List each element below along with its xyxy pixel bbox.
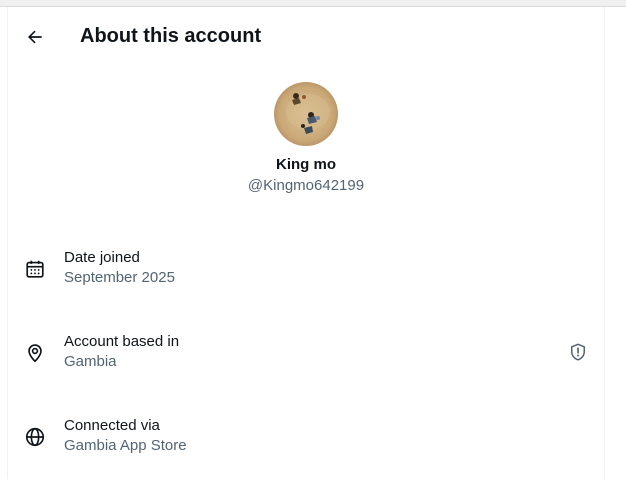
shield-alert-icon[interactable] [568,342,588,362]
detail-label: Account based in [64,333,180,350]
detail-value: September 2025 [64,269,175,286]
detail-value: Gambia App Store [64,437,187,454]
detail-value: Gambia [64,353,117,370]
detail-row-date-joined: Date joined September 2025 [8,248,604,304]
detail-row-account-based-in: Account based in Gambia [8,332,604,388]
detail-row-connected-via: Connected via Gambia App Store [8,416,604,472]
browser-edge [0,0,626,7]
profile-summary: King mo @Kingmo642199 [8,82,604,196]
globe-icon [25,427,45,447]
detail-label: Date joined [64,249,140,266]
username-handle: @Kingmo642199 [247,177,365,194]
display-name: King mo [276,156,336,173]
about-account-panel: About this account King mo @Kingmo642199 [7,7,605,479]
calendar-icon [26,260,44,278]
avatar[interactable] [274,82,338,146]
arrow-left-icon [28,30,42,44]
page-header: About this account [8,7,604,65]
page-title: About this account [80,25,262,47]
location-pin-icon [28,344,42,363]
detail-label: Connected via [64,417,160,434]
back-button[interactable] [18,20,52,54]
